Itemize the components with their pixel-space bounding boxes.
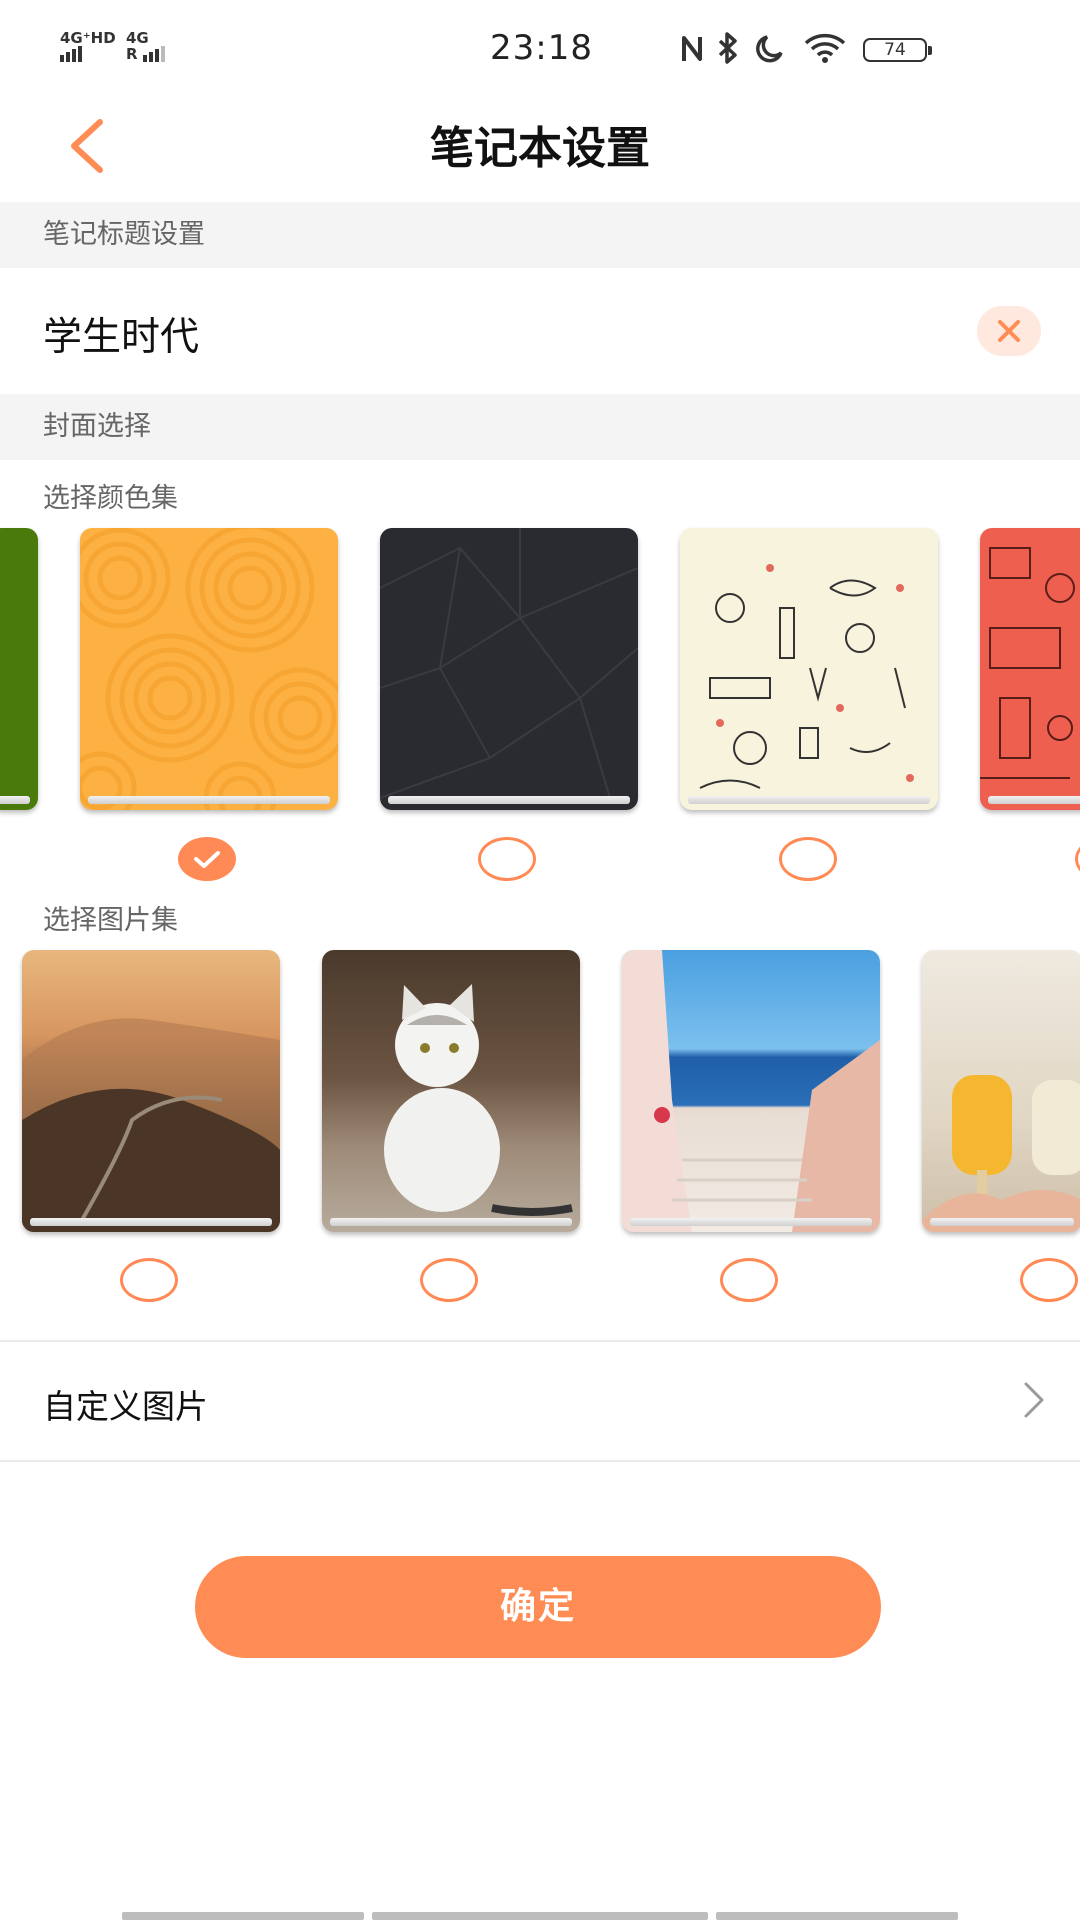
color-cover-dark-geometric-radio[interactable] [478,837,536,881]
status-bar: 4G⁺HD 4G R 23:18 74 [0,0,1080,100]
network-type-1: 4G⁺HD [60,29,116,47]
image-cover-white-cat-radio[interactable] [420,1258,478,1302]
roaming-label: R [126,45,138,63]
image-cover-popsicles[interactable] [922,950,1080,1232]
confirm-button[interactable]: 确定 [195,1556,881,1658]
geometric-pattern [380,528,638,799]
wifi-icon [804,33,846,63]
color-cover-cream-doodle[interactable] [680,528,938,810]
popsicles-image [922,1075,1080,1232]
clear-title-button[interactable] [977,306,1041,356]
bluetooth-icon [718,32,737,64]
great-wall-image [22,1018,280,1232]
nav-bar-segment [122,1912,364,1920]
image-cover-popsicles-radio[interactable] [1020,1258,1078,1302]
doodle-pattern [980,547,1075,779]
clock: 23:18 [490,28,593,68]
color-cover-orange-swirl-radio[interactable] [178,837,236,881]
image-cover-white-cat[interactable] [322,950,580,1232]
notebook-title-input[interactable]: 学生时代 [43,306,199,362]
color-cover-red-doodle[interactable] [980,528,1080,810]
close-icon [998,320,1020,342]
check-icon [194,851,220,868]
nav-bar-segment [716,1912,958,1920]
image-cover-seaside-stairs[interactable] [622,950,880,1232]
white-cat-image [384,984,573,1216]
section-header-cover: 封面选择 [0,394,1080,460]
signal-indicator-2: 4G R [126,30,167,62]
color-cover-cream-doodle-radio[interactable] [779,837,837,881]
image-set-label: 选择图片集 [43,905,178,936]
page-title: 笔记本设置 [430,123,650,174]
signal-bars-icon [60,46,84,62]
custom-image-label: 自定义图片 [43,1387,208,1426]
color-cover-orange-swirl[interactable] [80,528,338,810]
swirl-pattern [80,528,338,810]
image-cover-great-wall[interactable] [22,950,280,1232]
network-type-2: 4G [126,29,149,47]
color-cover-dark-geometric[interactable] [380,528,638,810]
nav-bar-segment [372,1912,708,1920]
moon-icon [756,35,783,63]
color-cover-green[interactable] [0,528,38,810]
image-cover-great-wall-radio[interactable] [120,1258,178,1302]
divider [0,1460,1080,1462]
color-cover-red-doodle-radio[interactable] [1075,837,1080,881]
custom-image-row[interactable]: 自定义图片 [0,1342,1080,1460]
color-set-label: 选择颜色集 [43,483,178,514]
battery-icon: 74 [863,38,932,62]
nfc-icon [682,36,702,61]
doodle-pattern [699,564,914,789]
section-header-title: 笔记标题设置 [0,202,1080,268]
signal-bars-icon [142,46,167,62]
chevron-right-icon [1024,1382,1044,1418]
signal-indicator-1: 4G⁺HD [60,30,116,62]
image-cover-seaside-stairs-radio[interactable] [720,1258,778,1302]
seaside-stairs-image [622,950,880,1232]
